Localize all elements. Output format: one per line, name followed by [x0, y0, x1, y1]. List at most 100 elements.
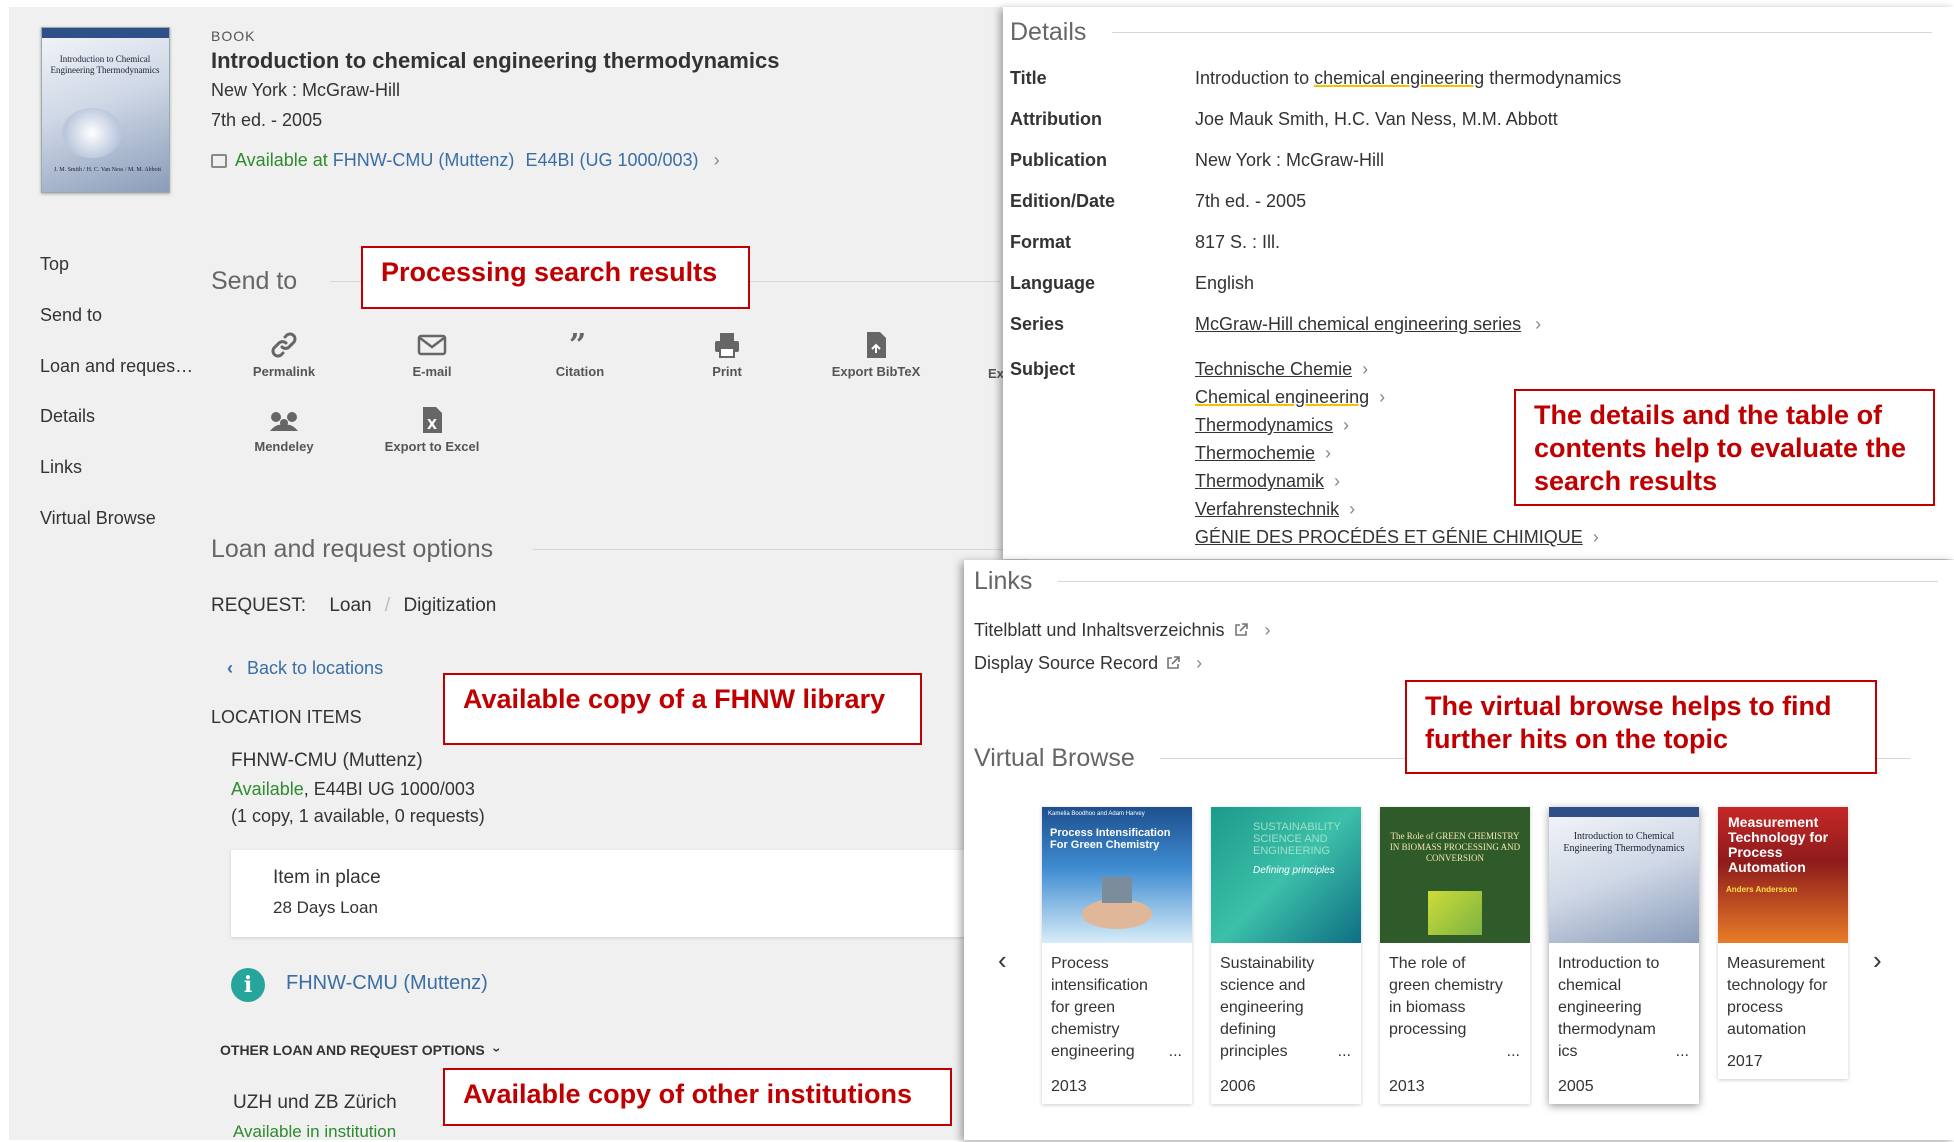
- availability-line[interactable]: Available at FHNW-CMU (Muttenz) E44BI (U…: [211, 150, 720, 171]
- other-institution-status: Available in institution: [233, 1122, 397, 1141]
- details-heading: Details: [1010, 18, 1087, 46]
- book-cover[interactable]: Introduction to Chemical Engineering The…: [41, 27, 170, 193]
- subject-link[interactable]: Chemical engineering ›: [1195, 387, 1385, 408]
- vb-book-year: 2013: [1051, 1078, 1087, 1095]
- virtual-browse-heading: Virtual Browse: [974, 744, 1135, 772]
- print-button[interactable]: Print: [672, 330, 782, 379]
- subject-link[interactable]: Thermodynamik ›: [1195, 471, 1340, 492]
- chevron-right-icon: ›: [1343, 415, 1350, 435]
- vb-book-card[interactable]: SUSTAINABILITY SCIENCE AND ENGINEERING D…: [1211, 807, 1361, 1104]
- details-series-label: Series: [1010, 314, 1065, 334]
- export-file-icon: [867, 332, 886, 358]
- details-attribution-value: Joe Mauk Smith, H.C. Van Ness, M.M. Abbo…: [1195, 109, 1558, 129]
- details-format-value: 817 S. : Ill.: [1195, 232, 1281, 252]
- link-source-record[interactable]: Display Source Record ›: [974, 653, 1202, 674]
- location-status: Available: [231, 779, 304, 799]
- email-icon: [417, 334, 447, 356]
- more-icon[interactable]: ...: [1676, 1043, 1689, 1061]
- vb-book-title: Introduction to chemical engineering the…: [1558, 955, 1660, 1060]
- more-icon[interactable]: ...: [1507, 1043, 1520, 1061]
- vb-book-card[interactable]: The Role of GREEN CHEMISTRY IN BIOMASS P…: [1380, 807, 1530, 1104]
- nav-send-to[interactable]: Send to: [40, 305, 102, 326]
- email-button[interactable]: E-mail: [377, 330, 487, 379]
- details-title-value: Introduction to chemical engineering the…: [1195, 68, 1622, 88]
- details-subject-label: Subject: [1010, 359, 1076, 379]
- chevron-right-icon: ›: [1592, 527, 1599, 547]
- carousel-prev-button[interactable]: ‹: [998, 945, 1007, 976]
- availability-status: Available at: [235, 150, 328, 170]
- availability-library: FHNW-CMU (Muttenz): [332, 150, 515, 170]
- vb-book-card[interactable]: Kamelia Boodhoo and Adam Harvey Process …: [1042, 807, 1192, 1104]
- vb-book-title: Process intensification for green chemis…: [1051, 955, 1148, 1060]
- back-to-locations-link[interactable]: ‹ Back to locations: [227, 658, 383, 679]
- print-icon: [715, 333, 739, 358]
- item-card[interactable]: Item in place 28 Days Loan: [231, 850, 1031, 937]
- vb-book-year: 2005: [1558, 1078, 1594, 1095]
- svg-text:X: X: [427, 418, 437, 433]
- location-name: FHNW-CMU (Muttenz): [231, 750, 423, 771]
- chevron-right-icon: ›: [1362, 359, 1369, 379]
- vb-book-cover: SUSTAINABILITY SCIENCE AND ENGINEERING D…: [1211, 807, 1361, 943]
- nav-links[interactable]: Links: [40, 457, 82, 478]
- divider: [1058, 581, 1938, 582]
- subject-link[interactable]: Thermodynamics ›: [1195, 415, 1349, 436]
- details-publication-value: New York : McGraw-Hill: [1195, 150, 1385, 170]
- chevron-left-icon: ‹: [227, 658, 233, 678]
- export-bibtex-button[interactable]: Export BibTeX: [821, 330, 931, 379]
- nav-details[interactable]: Details: [40, 406, 95, 427]
- chevron-right-icon: ›: [1196, 653, 1203, 673]
- subject-link[interactable]: GÉNIE DES PROCÉDÉS ET GÉNIE CHIMIQUE ›: [1195, 527, 1599, 548]
- location-items-label: LOCATION ITEMS: [211, 707, 362, 727]
- details-edition-value: 7th ed. - 2005: [1195, 191, 1307, 211]
- record-publisher: New York : McGraw-Hill: [211, 80, 401, 100]
- export-cut-label[interactable]: Ex: [988, 366, 1004, 381]
- citation-button[interactable]: ” Citation: [525, 330, 635, 379]
- callout-details: The details and the table of contents he…: [1514, 389, 1935, 506]
- more-icon[interactable]: ...: [1338, 1043, 1351, 1061]
- callout-available-copy: Available copy of a FHNW library: [443, 673, 922, 745]
- loan-heading: Loan and request options: [211, 535, 494, 563]
- details-format-label: Format: [1010, 232, 1072, 252]
- vb-book-card[interactable]: Measurement Technology for Process Autom…: [1718, 807, 1848, 1079]
- details-edition-label: Edition/Date: [1010, 191, 1116, 211]
- subject-link[interactable]: Technische Chemie ›: [1195, 359, 1368, 380]
- link-icon: [271, 332, 297, 358]
- request-loan-link[interactable]: Loan: [329, 595, 371, 616]
- request-separator: /: [384, 595, 391, 616]
- vb-book-card-current[interactable]: Introduction to Chemical Engineering The…: [1549, 807, 1699, 1104]
- nav-virtual-browse[interactable]: Virtual Browse: [40, 508, 156, 529]
- record-edition: 7th ed. - 2005: [211, 110, 323, 130]
- export-excel-button[interactable]: X Export to Excel: [377, 405, 487, 454]
- links-heading: Links: [974, 567, 1033, 595]
- chevron-right-icon: ›: [1535, 314, 1542, 334]
- chevron-right-icon: ›: [1334, 471, 1341, 491]
- nav-top[interactable]: Top: [40, 254, 69, 275]
- info-library-link[interactable]: FHNW-CMU (Muttenz): [286, 972, 488, 995]
- info-icon: i: [231, 968, 265, 1002]
- subject-link[interactable]: Thermochemie ›: [1195, 443, 1331, 464]
- other-options-toggle[interactable]: OTHER LOAN AND REQUEST OPTIONS ›: [220, 1042, 505, 1058]
- request-digitization-link[interactable]: Digitization: [403, 595, 496, 616]
- nav-loan[interactable]: Loan and reques…: [40, 356, 193, 377]
- vb-book-cover: Introduction to Chemical Engineering The…: [1549, 807, 1699, 943]
- divider: [1112, 32, 1932, 33]
- mendeley-icon: [270, 412, 298, 431]
- link-titelblatt[interactable]: Titelblatt und Inhaltsverzeichnis ›: [974, 620, 1271, 641]
- details-series-link[interactable]: McGraw-Hill chemical engineering series ›: [1195, 314, 1541, 335]
- vb-book-year: 2013: [1389, 1078, 1425, 1095]
- details-publication-label: Publication: [1010, 150, 1108, 170]
- mendeley-button[interactable]: Mendeley: [229, 405, 339, 454]
- callout-other-institutions: Available copy of other institutions: [443, 1068, 952, 1126]
- cover-authors: J. M. Smith / H. C. Van Ness / M. M. Abb…: [53, 167, 161, 173]
- subject-link[interactable]: Verfahrenstechnik ›: [1195, 499, 1355, 520]
- vb-book-year: 2006: [1220, 1078, 1256, 1095]
- record-title[interactable]: Introduction to chemical engineering the…: [211, 48, 779, 74]
- carousel-next-button[interactable]: ›: [1873, 945, 1882, 976]
- more-icon[interactable]: ...: [1169, 1043, 1182, 1061]
- permalink-button[interactable]: Permalink: [229, 330, 339, 379]
- record-type: BOOK: [211, 28, 256, 44]
- other-institution[interactable]: UZH und ZB Zürich: [233, 1092, 397, 1114]
- details-attribution-label: Attribution: [1010, 109, 1102, 129]
- request-row: REQUEST: Loan / Digitization: [211, 595, 496, 617]
- cover-title: Introduction to Chemical Engineering The…: [50, 54, 160, 75]
